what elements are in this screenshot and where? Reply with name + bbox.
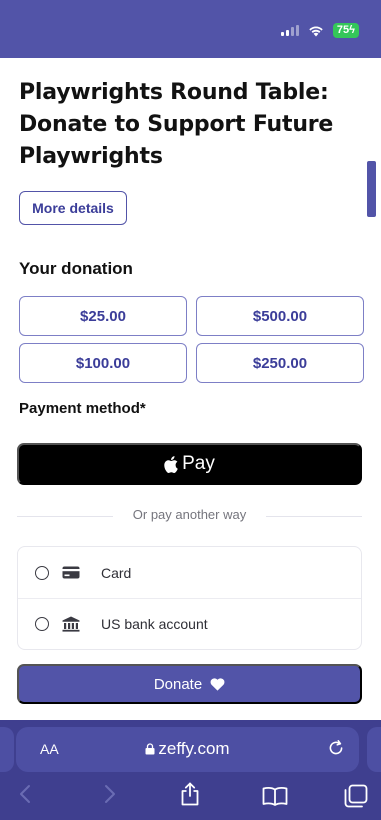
status-bar: 75ϟ: [0, 0, 381, 58]
bank-label: US bank account: [101, 616, 208, 632]
forward-icon[interactable]: [104, 784, 116, 804]
browser-toolbar: AA zeffy.com: [0, 720, 381, 820]
donate-button[interactable]: Donate: [17, 664, 362, 704]
divider-text: Or pay another way: [132, 507, 247, 522]
card-label: Card: [101, 564, 132, 581]
amount-option-500[interactable]: $500.00: [196, 296, 364, 336]
heart-icon: [210, 677, 225, 691]
reload-icon[interactable]: [327, 739, 345, 757]
bookmarks-icon[interactable]: [262, 786, 288, 806]
apple-logo-icon: [164, 455, 178, 473]
campaign-title: Playwrights Round Table: Donate to Suppo…: [19, 80, 334, 169]
amount-option-100[interactable]: $100.00: [19, 343, 187, 383]
amount-option-25[interactable]: $25.00: [19, 296, 187, 336]
payment-method-heading: Payment method*: [19, 400, 146, 417]
scrollbar-thumb[interactable]: [367, 161, 376, 217]
next-tab-peek[interactable]: [367, 727, 381, 772]
donation-page[interactable]: Playwrights Round Table: Donate to Suppo…: [0, 58, 381, 720]
address-bar[interactable]: AA zeffy.com: [16, 727, 359, 772]
card-icon: [62, 566, 80, 579]
back-icon[interactable]: [19, 784, 31, 804]
apple-pay-label: Pay: [182, 453, 215, 474]
tabs-icon[interactable]: [344, 784, 368, 808]
amount-option-250[interactable]: $250.00: [196, 343, 364, 383]
previous-tab-peek[interactable]: [0, 727, 14, 772]
battery-level: 75: [336, 24, 350, 36]
bank-icon: [62, 616, 80, 632]
pay-another-way-divider: Or pay another way: [17, 507, 362, 525]
your-donation-heading: Your donation: [19, 259, 133, 278]
apple-pay-button[interactable]: Pay: [17, 443, 362, 485]
status-indicators: 75ϟ: [280, 23, 359, 38]
bank-radio[interactable]: [35, 617, 49, 631]
more-details-button[interactable]: More details: [19, 191, 127, 225]
card-radio[interactable]: [35, 565, 49, 580]
donate-label: Donate: [153, 675, 203, 693]
payment-methods-list: Card US bank account: [17, 546, 362, 650]
charging-bolt-icon: ϟ: [349, 24, 355, 36]
payment-option-bank[interactable]: US bank account: [18, 598, 361, 649]
payment-option-card[interactable]: Card: [18, 547, 361, 598]
battery-indicator: 75ϟ: [332, 23, 359, 38]
wifi-icon: [309, 25, 323, 36]
address-domain: zeffy.com: [16, 739, 359, 759]
domain-text: zeffy.com: [158, 739, 230, 758]
cellular-signal-icon: [280, 25, 299, 36]
lock-icon: [145, 743, 155, 755]
share-icon[interactable]: [180, 782, 200, 806]
